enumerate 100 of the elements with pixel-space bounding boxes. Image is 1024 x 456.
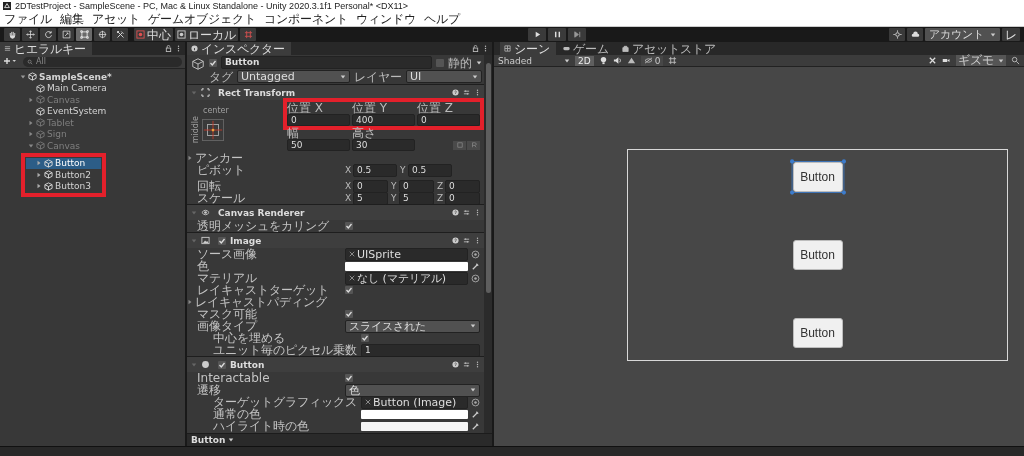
checkbox[interactable] (209, 58, 217, 67)
anchor-preset-icon[interactable] (202, 118, 224, 141)
layer-dropdown[interactable]: UI (406, 70, 482, 83)
color-field[interactable] (361, 421, 468, 431)
menu-icon[interactable] (482, 45, 489, 52)
hierarchy-tab[interactable]: ヒエラルキー (0, 42, 92, 55)
scale-tool-button[interactable] (58, 28, 74, 41)
step-button[interactable] (568, 28, 586, 41)
menu-icon[interactable] (474, 237, 481, 244)
hidden-objects-button[interactable]: 0 (640, 55, 664, 66)
lock-icon[interactable] (165, 45, 172, 52)
menu-icon[interactable] (474, 209, 481, 216)
help-icon[interactable] (452, 209, 459, 216)
checkbox[interactable] (345, 374, 353, 382)
custom-tool-button[interactable] (112, 28, 128, 41)
scene-item[interactable]: SampleScene* (0, 71, 185, 83)
search-icon[interactable] (1011, 56, 1020, 65)
rotate-tool-button[interactable] (40, 28, 56, 41)
menu-item[interactable]: ヘルプ (424, 12, 460, 26)
object-picker-icon[interactable] (471, 397, 480, 407)
number-field[interactable]: 0 (445, 179, 480, 193)
object-picker-icon[interactable] (471, 249, 480, 259)
checkbox[interactable] (218, 360, 226, 369)
checkbox[interactable] (361, 334, 369, 342)
raw-edit-button[interactable] (467, 140, 480, 150)
expand-arrow-icon[interactable] (187, 155, 193, 161)
tag-dropdown[interactable]: Untagged (237, 70, 350, 83)
speaker-icon[interactable] (612, 56, 622, 65)
expand-arrow-icon[interactable] (187, 299, 193, 305)
scene-viewport[interactable]: Button Button Button (494, 67, 1024, 446)
inspector-tab[interactable]: インスペクター (187, 42, 291, 55)
rect-tool-button[interactable] (76, 28, 92, 41)
number-field[interactable]: 0.5 (353, 163, 397, 177)
transform-tool-button[interactable] (94, 28, 110, 41)
settings-icon[interactable] (463, 209, 470, 216)
settings-icon[interactable] (463, 89, 470, 96)
component-header[interactable]: Button (187, 356, 484, 372)
menu-item[interactable]: ファイル (4, 12, 52, 26)
menu-icon[interactable] (474, 89, 481, 96)
ui-button[interactable]: Button (792, 318, 843, 348)
help-icon[interactable] (452, 89, 459, 96)
help-icon[interactable] (452, 361, 459, 368)
number-field[interactable]: 30 (352, 139, 415, 151)
pivot-toggle-button[interactable]: 中心 (134, 28, 173, 41)
space-toggle-button[interactable]: ローカル (175, 28, 238, 41)
component-header[interactable]: Canvas Renderer (187, 204, 484, 220)
account-dropdown[interactable]: アカウント (925, 28, 1000, 41)
pause-button[interactable] (548, 28, 566, 41)
menu-item[interactable]: ウィンドウ (356, 12, 416, 26)
expand-arrow-icon[interactable] (20, 73, 26, 80)
menu-icon[interactable] (175, 45, 182, 52)
tree-item[interactable]: Main Camera (0, 82, 185, 94)
play-button[interactable] (528, 28, 546, 41)
number-field[interactable]: 0 (353, 179, 388, 193)
cloud-button[interactable] (907, 28, 923, 41)
component-header[interactable]: Rect Transform (187, 84, 484, 100)
number-field[interactable]: 1 (361, 343, 480, 357)
scrollbar[interactable] (484, 55, 492, 433)
grid-icon[interactable] (668, 56, 678, 65)
search-field[interactable]: All (23, 56, 182, 67)
object-field[interactable]: なし (マテリアル) (345, 271, 468, 285)
number-field[interactable]: 0 (399, 179, 434, 193)
gizmos-dropdown[interactable]: ギズモ (956, 55, 1006, 66)
view-tab[interactable]: ゲーム (559, 42, 615, 55)
color-field[interactable] (345, 261, 468, 271)
add-button[interactable] (3, 56, 19, 67)
checkbox[interactable] (218, 236, 226, 245)
checkbox[interactable] (436, 58, 444, 67)
object-picker-icon[interactable] (471, 273, 480, 283)
eyedropper-icon[interactable] (471, 421, 480, 431)
eyedropper-icon[interactable] (471, 261, 480, 271)
menu-icon[interactable] (474, 361, 481, 368)
color-field[interactable] (361, 409, 468, 419)
move-tool-button[interactable] (22, 28, 38, 41)
checkbox[interactable] (345, 222, 353, 230)
lock-icon[interactable] (472, 45, 479, 52)
number-field[interactable]: 0 (417, 114, 480, 126)
settings-icon[interactable] (463, 361, 470, 368)
collab-button[interactable] (889, 28, 905, 41)
shading-dropdown[interactable]: Shaded (498, 55, 570, 66)
menu-item[interactable]: ゲームオブジェクト (148, 12, 256, 26)
camera-icon[interactable] (942, 56, 951, 65)
ui-button[interactable]: Button (792, 162, 843, 192)
preview-dropdown[interactable]: Button (191, 435, 235, 445)
settings-icon[interactable] (463, 237, 470, 244)
menu-item[interactable]: コンポーネント (264, 12, 348, 26)
eyedropper-icon[interactable] (471, 409, 480, 419)
tree-item[interactable]: EventSystem (0, 105, 185, 117)
number-field[interactable]: 0.5 (408, 163, 452, 177)
help-icon[interactable] (452, 237, 459, 244)
dropdown[interactable]: 色 (345, 383, 480, 397)
hand-tool-button[interactable] (4, 28, 20, 41)
light-bulb-icon[interactable] (598, 56, 608, 65)
menu-item[interactable]: 編集 (60, 12, 84, 26)
2d-toggle-button[interactable]: 2D (575, 55, 594, 66)
layers-dropdown[interactable]: レ (1002, 28, 1020, 41)
checkbox[interactable] (345, 286, 353, 294)
number-field[interactable]: 0 (287, 114, 350, 126)
tools-icon[interactable] (928, 56, 937, 65)
view-tab[interactable]: シーン (500, 42, 556, 55)
